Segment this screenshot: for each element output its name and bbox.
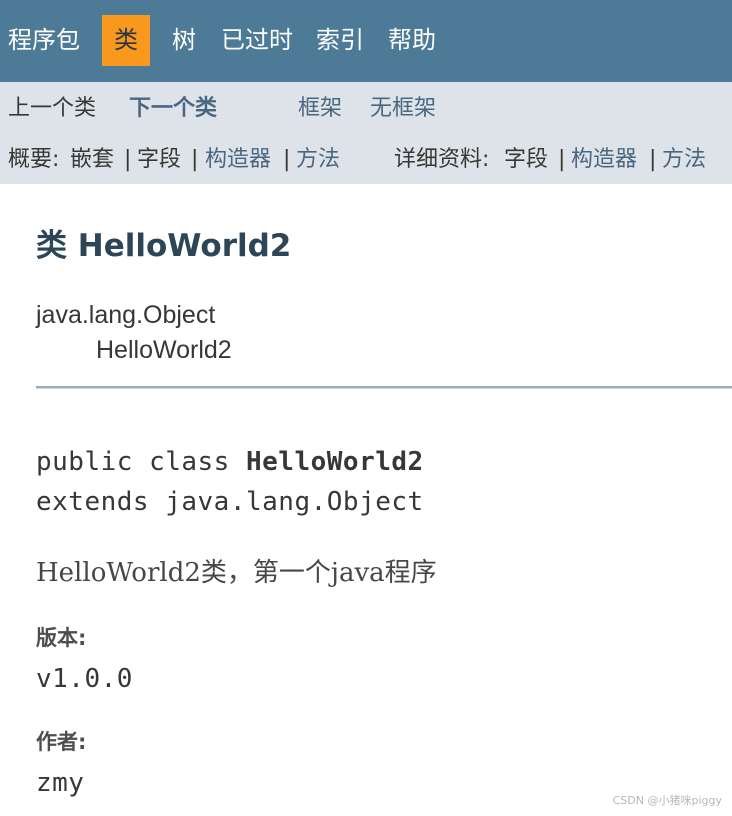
- detail-constructor-link[interactable]: 构造器: [571, 142, 637, 178]
- nav-packages[interactable]: 程序包: [8, 15, 80, 66]
- author-value: zmy: [36, 768, 85, 798]
- frames-link[interactable]: 框架: [298, 91, 342, 127]
- summary-nested-text: 嵌套: [70, 147, 115, 172]
- divider: [36, 386, 732, 389]
- watermark: CSDN @小猪咪piggy: [612, 794, 722, 807]
- class-signature: public class HelloWorld2: [36, 447, 424, 477]
- inheritance-parent: java.lang.Object: [36, 301, 216, 329]
- class-content: 类 HelloWorld2 java.lang.Object HelloWorl…: [0, 184, 732, 816]
- separator: |: [558, 147, 566, 172]
- no-frames-link[interactable]: 无框架: [370, 91, 436, 127]
- class-description: HelloWorld2类，第一个java程序: [36, 558, 437, 588]
- version-value: v1.0.0: [36, 664, 133, 694]
- separator: |: [649, 147, 657, 172]
- summary-method-link[interactable]: 方法: [296, 142, 340, 178]
- detail-field-text: 字段: [504, 147, 549, 172]
- nav-index[interactable]: 索引: [316, 15, 364, 66]
- nav-tree[interactable]: 树: [172, 15, 196, 66]
- summary-label: 概要:: [8, 147, 60, 172]
- signature-prefix: public class: [36, 447, 246, 477]
- separator: |: [283, 147, 291, 172]
- nav-class-active[interactable]: 类: [102, 15, 150, 66]
- page-title: 类 HelloWorld2: [36, 228, 292, 264]
- version-label: 版本:: [36, 626, 87, 650]
- sub-navbar: 上一个类 下一个类 框架 无框架 概要: 嵌套 | 字段 | 构造器 | 方法 …: [0, 82, 732, 184]
- signature-class-name: HelloWorld2: [246, 447, 424, 477]
- nav-deprecated[interactable]: 已过时: [221, 15, 293, 66]
- detail-method-link[interactable]: 方法: [662, 142, 706, 178]
- detail-label: 详细资料:: [394, 147, 490, 172]
- author-label: 作者:: [36, 730, 87, 754]
- class-extends: extends java.lang.Object: [36, 487, 424, 517]
- prev-class-text: 上一个类: [8, 96, 97, 121]
- separator: |: [191, 147, 199, 172]
- nav-help[interactable]: 帮助: [388, 15, 436, 66]
- top-navbar: 程序包 类 树 已过时 索引 帮助: [0, 0, 732, 82]
- summary-constructor-link[interactable]: 构造器: [205, 142, 271, 178]
- summary-field-text: 字段: [137, 147, 182, 172]
- separator: |: [124, 147, 132, 172]
- inheritance-child: HelloWorld2: [96, 336, 232, 364]
- next-class-link[interactable]: 下一个类: [129, 91, 217, 127]
